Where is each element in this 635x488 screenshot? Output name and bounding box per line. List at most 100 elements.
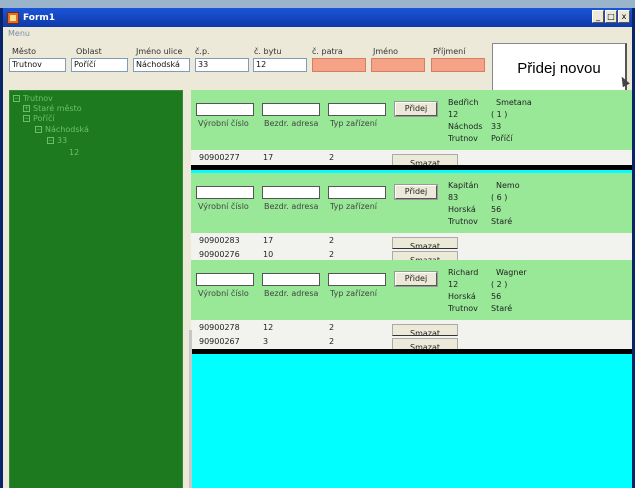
new-device-input[interactable]: [328, 273, 386, 286]
device-address: 10: [263, 250, 274, 259]
title-bar[interactable]: Form1 _ □ x: [3, 8, 632, 27]
tree-node-street[interactable]: − Náchodská: [35, 125, 89, 134]
device-type: 2: [329, 323, 335, 332]
owner-last-name: Nemo: [496, 181, 520, 190]
app-icon: [7, 11, 19, 24]
expand-icon[interactable]: +: [23, 105, 30, 112]
filter-input[interactable]: Poříčí: [71, 58, 128, 72]
filter-input[interactable]: 33: [195, 58, 249, 72]
owner-first-name: Bedřich: [448, 98, 479, 107]
filter-label: č. bytu: [254, 47, 282, 56]
device-type: 2: [329, 236, 335, 245]
area-name: Staré: [491, 304, 513, 313]
column-header: Výrobní číslo: [198, 289, 249, 298]
tree-node-area[interactable]: − Poříčí: [23, 114, 55, 123]
filter-label: Příjmení: [433, 47, 466, 56]
column-header: Výrobní číslo: [198, 202, 249, 211]
device-serial: 90900277: [199, 153, 240, 162]
owner-card: [191, 90, 632, 150]
device-address: 3: [263, 337, 269, 346]
card-separator: [191, 165, 632, 170]
new-device-input[interactable]: [196, 103, 254, 116]
new-device-input[interactable]: [262, 273, 320, 286]
filter-input[interactable]: [371, 58, 425, 72]
add-device-button[interactable]: Přidej: [394, 184, 438, 200]
window-controls: _ □ x: [592, 10, 630, 23]
collapse-icon[interactable]: −: [35, 126, 42, 133]
location-tree[interactable]: − Trutnov + Staré město − Poříčí − Náchodská…: [9, 90, 183, 488]
new-device-input[interactable]: [328, 186, 386, 199]
flat-number: 12: [448, 280, 459, 289]
collapse-icon[interactable]: −: [47, 137, 54, 144]
device-serial: 90900278: [199, 323, 240, 332]
owner-last-name: Wagner: [496, 268, 527, 277]
collapse-icon[interactable]: −: [23, 115, 30, 122]
splitter[interactable]: [189, 330, 192, 488]
street-name: Náchods: [448, 122, 483, 131]
new-device-input[interactable]: [262, 103, 320, 116]
area-name: Poříčí: [491, 134, 513, 143]
filter-input[interactable]: 12: [253, 58, 307, 72]
column-header: Typ zařízení: [330, 202, 378, 211]
device-address: 17: [263, 153, 274, 162]
device-address: 12: [263, 323, 274, 332]
column-header: Bezdr. adresa: [264, 202, 319, 211]
collapse-icon[interactable]: −: [13, 95, 20, 102]
tree-node-area[interactable]: + Staré město: [23, 104, 82, 113]
column-header: Bezdr. adresa: [264, 119, 319, 128]
owner-last-name: Smetana: [496, 98, 532, 107]
minimize-button[interactable]: _: [592, 10, 604, 23]
tree-node-house[interactable]: −33: [47, 136, 67, 145]
device-serial: 90900283: [199, 236, 240, 245]
new-device-input[interactable]: [196, 273, 254, 286]
device-type: 2: [329, 337, 335, 346]
device-address: 17: [263, 236, 274, 245]
area-name: Staré: [491, 217, 513, 226]
street-name: Horská: [448, 205, 476, 214]
column-header: Bezdr. adresa: [264, 289, 319, 298]
house-number: 33: [491, 122, 502, 131]
flat-number: 12: [448, 110, 459, 119]
add-device-button[interactable]: Přidej: [394, 271, 438, 287]
tree-node-city[interactable]: − Trutnov: [13, 94, 53, 103]
filter-input[interactable]: [431, 58, 485, 72]
device-serial: 90900267: [199, 337, 240, 346]
flat-number: 83: [448, 193, 459, 202]
house-number: 56: [491, 292, 502, 301]
device-serial: 90900276: [199, 250, 240, 259]
owner-first-name: Richard: [448, 268, 479, 277]
filter-label: Jméno ulice: [136, 47, 183, 56]
city-name: Trutnov: [448, 304, 478, 313]
filter-label: č.p.: [195, 47, 210, 56]
main-window: Form1 _ □ x Menu Město Trutnov Oblast Poříč…: [0, 8, 635, 488]
close-button[interactable]: x: [618, 10, 630, 23]
column-header: Výrobní číslo: [198, 119, 249, 128]
new-device-input[interactable]: [196, 186, 254, 199]
tree-node-flat[interactable]: 12: [69, 148, 79, 157]
menu-bar: Menu: [3, 27, 632, 41]
new-device-input[interactable]: [328, 103, 386, 116]
owner-card: [191, 173, 632, 233]
add-device-button[interactable]: Přidej: [394, 101, 438, 117]
new-device-input[interactable]: [262, 186, 320, 199]
floor-number: ( 1 ): [491, 110, 508, 119]
window-title: Form1: [23, 12, 56, 23]
filter-input[interactable]: Trutnov: [9, 58, 66, 72]
city-name: Trutnov: [448, 134, 478, 143]
house-number: 56: [491, 205, 502, 214]
maximize-button[interactable]: □: [605, 10, 617, 23]
filter-input[interactable]: Náchodská: [133, 58, 190, 72]
column-header: Typ zařízení: [330, 289, 378, 298]
add-new-button[interactable]: Přidej novou: [492, 43, 627, 95]
owner-card: [191, 260, 632, 320]
floor-number: ( 6 ): [491, 193, 508, 202]
floor-number: ( 2 ): [491, 280, 508, 289]
delete-device-button[interactable]: Smazat: [392, 237, 458, 249]
delete-device-button[interactable]: Smazat: [392, 324, 458, 336]
menu-item[interactable]: Menu: [8, 29, 30, 38]
filter-input[interactable]: [312, 58, 366, 72]
column-header: Typ zařízení: [330, 119, 378, 128]
filter-label: Oblast: [76, 47, 102, 56]
device-type: 2: [329, 153, 335, 162]
card-separator: [191, 349, 632, 354]
